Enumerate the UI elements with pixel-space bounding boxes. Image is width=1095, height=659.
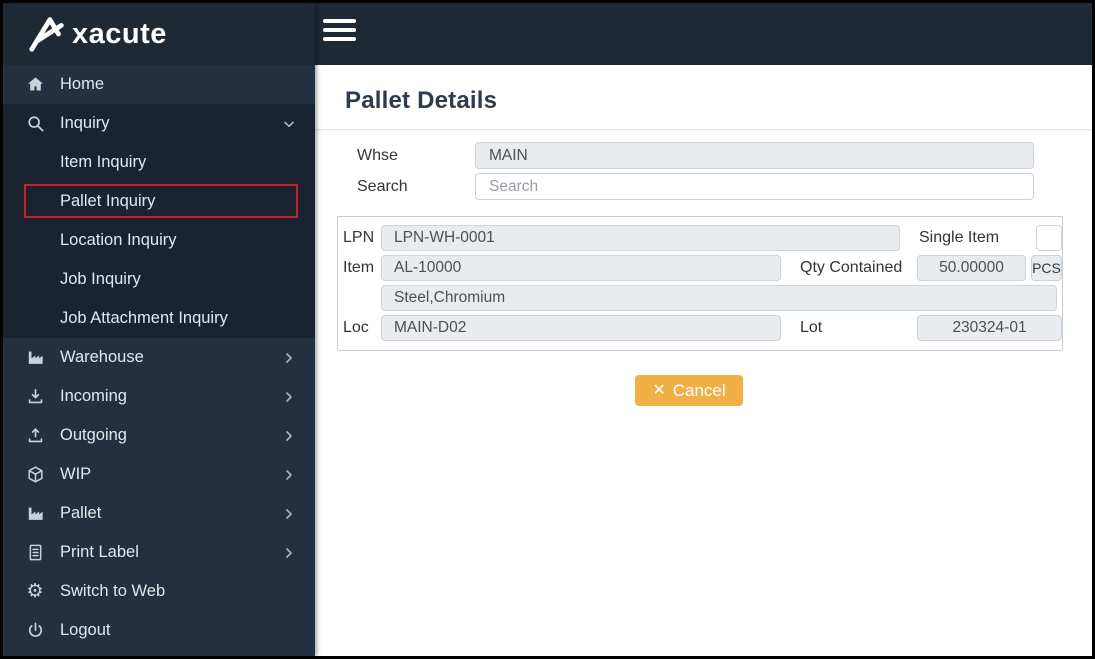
lot-label: Lot <box>800 319 823 336</box>
home-icon <box>25 75 45 95</box>
sidebar-item-logout[interactable]: Logout <box>3 611 315 650</box>
lpn-label: LPN <box>343 229 375 246</box>
sidebar-item-location-inquiry[interactable]: Location Inquiry <box>3 221 315 260</box>
logo: xacute <box>3 3 315 65</box>
pallet-details-panel: LPN Single Item Item Qty Contained PCS <box>337 216 1063 351</box>
page-title: Pallet Details <box>345 87 498 114</box>
actions: ✕ Cancel <box>315 375 1063 406</box>
item-description-field <box>381 285 1057 311</box>
main-area: Pallet Details Whse Search LPN Single It… <box>315 3 1092 656</box>
item-label: Item <box>343 259 375 276</box>
sidebar-item-inquiry[interactable]: Inquiry <box>3 104 315 143</box>
loc-field <box>381 315 781 341</box>
cube-icon <box>25 465 45 485</box>
app-window: xacute Home Inquiry Item Inquiry Pallet … <box>0 0 1095 659</box>
sidebar-item-pallet-inquiry[interactable]: Pallet Inquiry <box>3 182 315 221</box>
download-icon <box>25 387 45 407</box>
hamburger-menu-icon[interactable] <box>321 12 356 48</box>
chevron-right-icon <box>281 506 297 522</box>
sidebar-item-wip[interactable]: WIP <box>3 455 315 494</box>
power-icon <box>25 621 45 641</box>
sidebar: xacute Home Inquiry Item Inquiry Pallet … <box>3 3 315 656</box>
sidebar-item-home[interactable]: Home <box>3 65 315 104</box>
sidebar-item-outgoing[interactable]: Outgoing <box>3 416 315 455</box>
gear-icon: ⚙ <box>26 580 44 602</box>
chevron-right-icon <box>281 467 297 483</box>
search-label: Search <box>357 177 408 195</box>
axacute-logo-icon <box>27 13 69 55</box>
chevron-right-icon <box>281 350 297 366</box>
lpn-field <box>381 225 900 251</box>
whse-label: Whse <box>357 146 398 164</box>
item-field <box>381 255 781 281</box>
chevron-right-icon <box>281 545 297 561</box>
chevron-right-icon <box>281 389 297 405</box>
loc-label: Loc <box>343 319 369 336</box>
sidebar-item-warehouse[interactable]: Warehouse <box>3 338 315 377</box>
chevron-right-icon <box>281 428 297 444</box>
chevron-down-icon <box>281 116 297 132</box>
factory-icon <box>25 348 45 368</box>
uom-badge: PCS <box>1031 255 1062 281</box>
sidebar-nav: Home Inquiry Item Inquiry Pallet Inquiry… <box>3 65 315 656</box>
close-icon: ✕ <box>652 381 666 399</box>
sidebar-item-pallet[interactable]: Pallet <box>3 494 315 533</box>
document-icon <box>25 543 45 563</box>
qty-contained-field <box>917 255 1026 281</box>
whse-field <box>475 142 1034 169</box>
search-input[interactable] <box>475 173 1034 200</box>
cancel-button[interactable]: ✕ Cancel <box>635 375 743 406</box>
single-item-checkbox[interactable] <box>1036 225 1062 251</box>
sidebar-item-job-inquiry[interactable]: Job Inquiry <box>3 260 315 299</box>
content: Pallet Details Whse Search LPN Single It… <box>315 65 1092 656</box>
search-icon <box>25 114 45 134</box>
qty-contained-label: Qty Contained <box>800 259 903 276</box>
topbar <box>315 3 1092 65</box>
sidebar-group-inquiry: Inquiry Item Inquiry Pallet Inquiry Loca… <box>3 104 315 338</box>
search-form: Whse Search <box>315 130 1092 200</box>
sidebar-item-switch-to-web[interactable]: ⚙ Switch to Web <box>3 572 315 611</box>
sidebar-item-item-inquiry[interactable]: Item Inquiry <box>3 143 315 182</box>
sidebar-item-print-label[interactable]: Print Label <box>3 533 315 572</box>
logo-text: xacute <box>72 17 167 50</box>
factory-icon <box>25 504 45 524</box>
title-block: Pallet Details <box>315 65 1092 130</box>
upload-icon <box>25 426 45 446</box>
lot-field <box>917 315 1062 341</box>
single-item-label: Single Item <box>919 229 1000 246</box>
sidebar-item-incoming[interactable]: Incoming <box>3 377 315 416</box>
sidebar-item-job-attachment-inquiry[interactable]: Job Attachment Inquiry <box>3 299 315 338</box>
